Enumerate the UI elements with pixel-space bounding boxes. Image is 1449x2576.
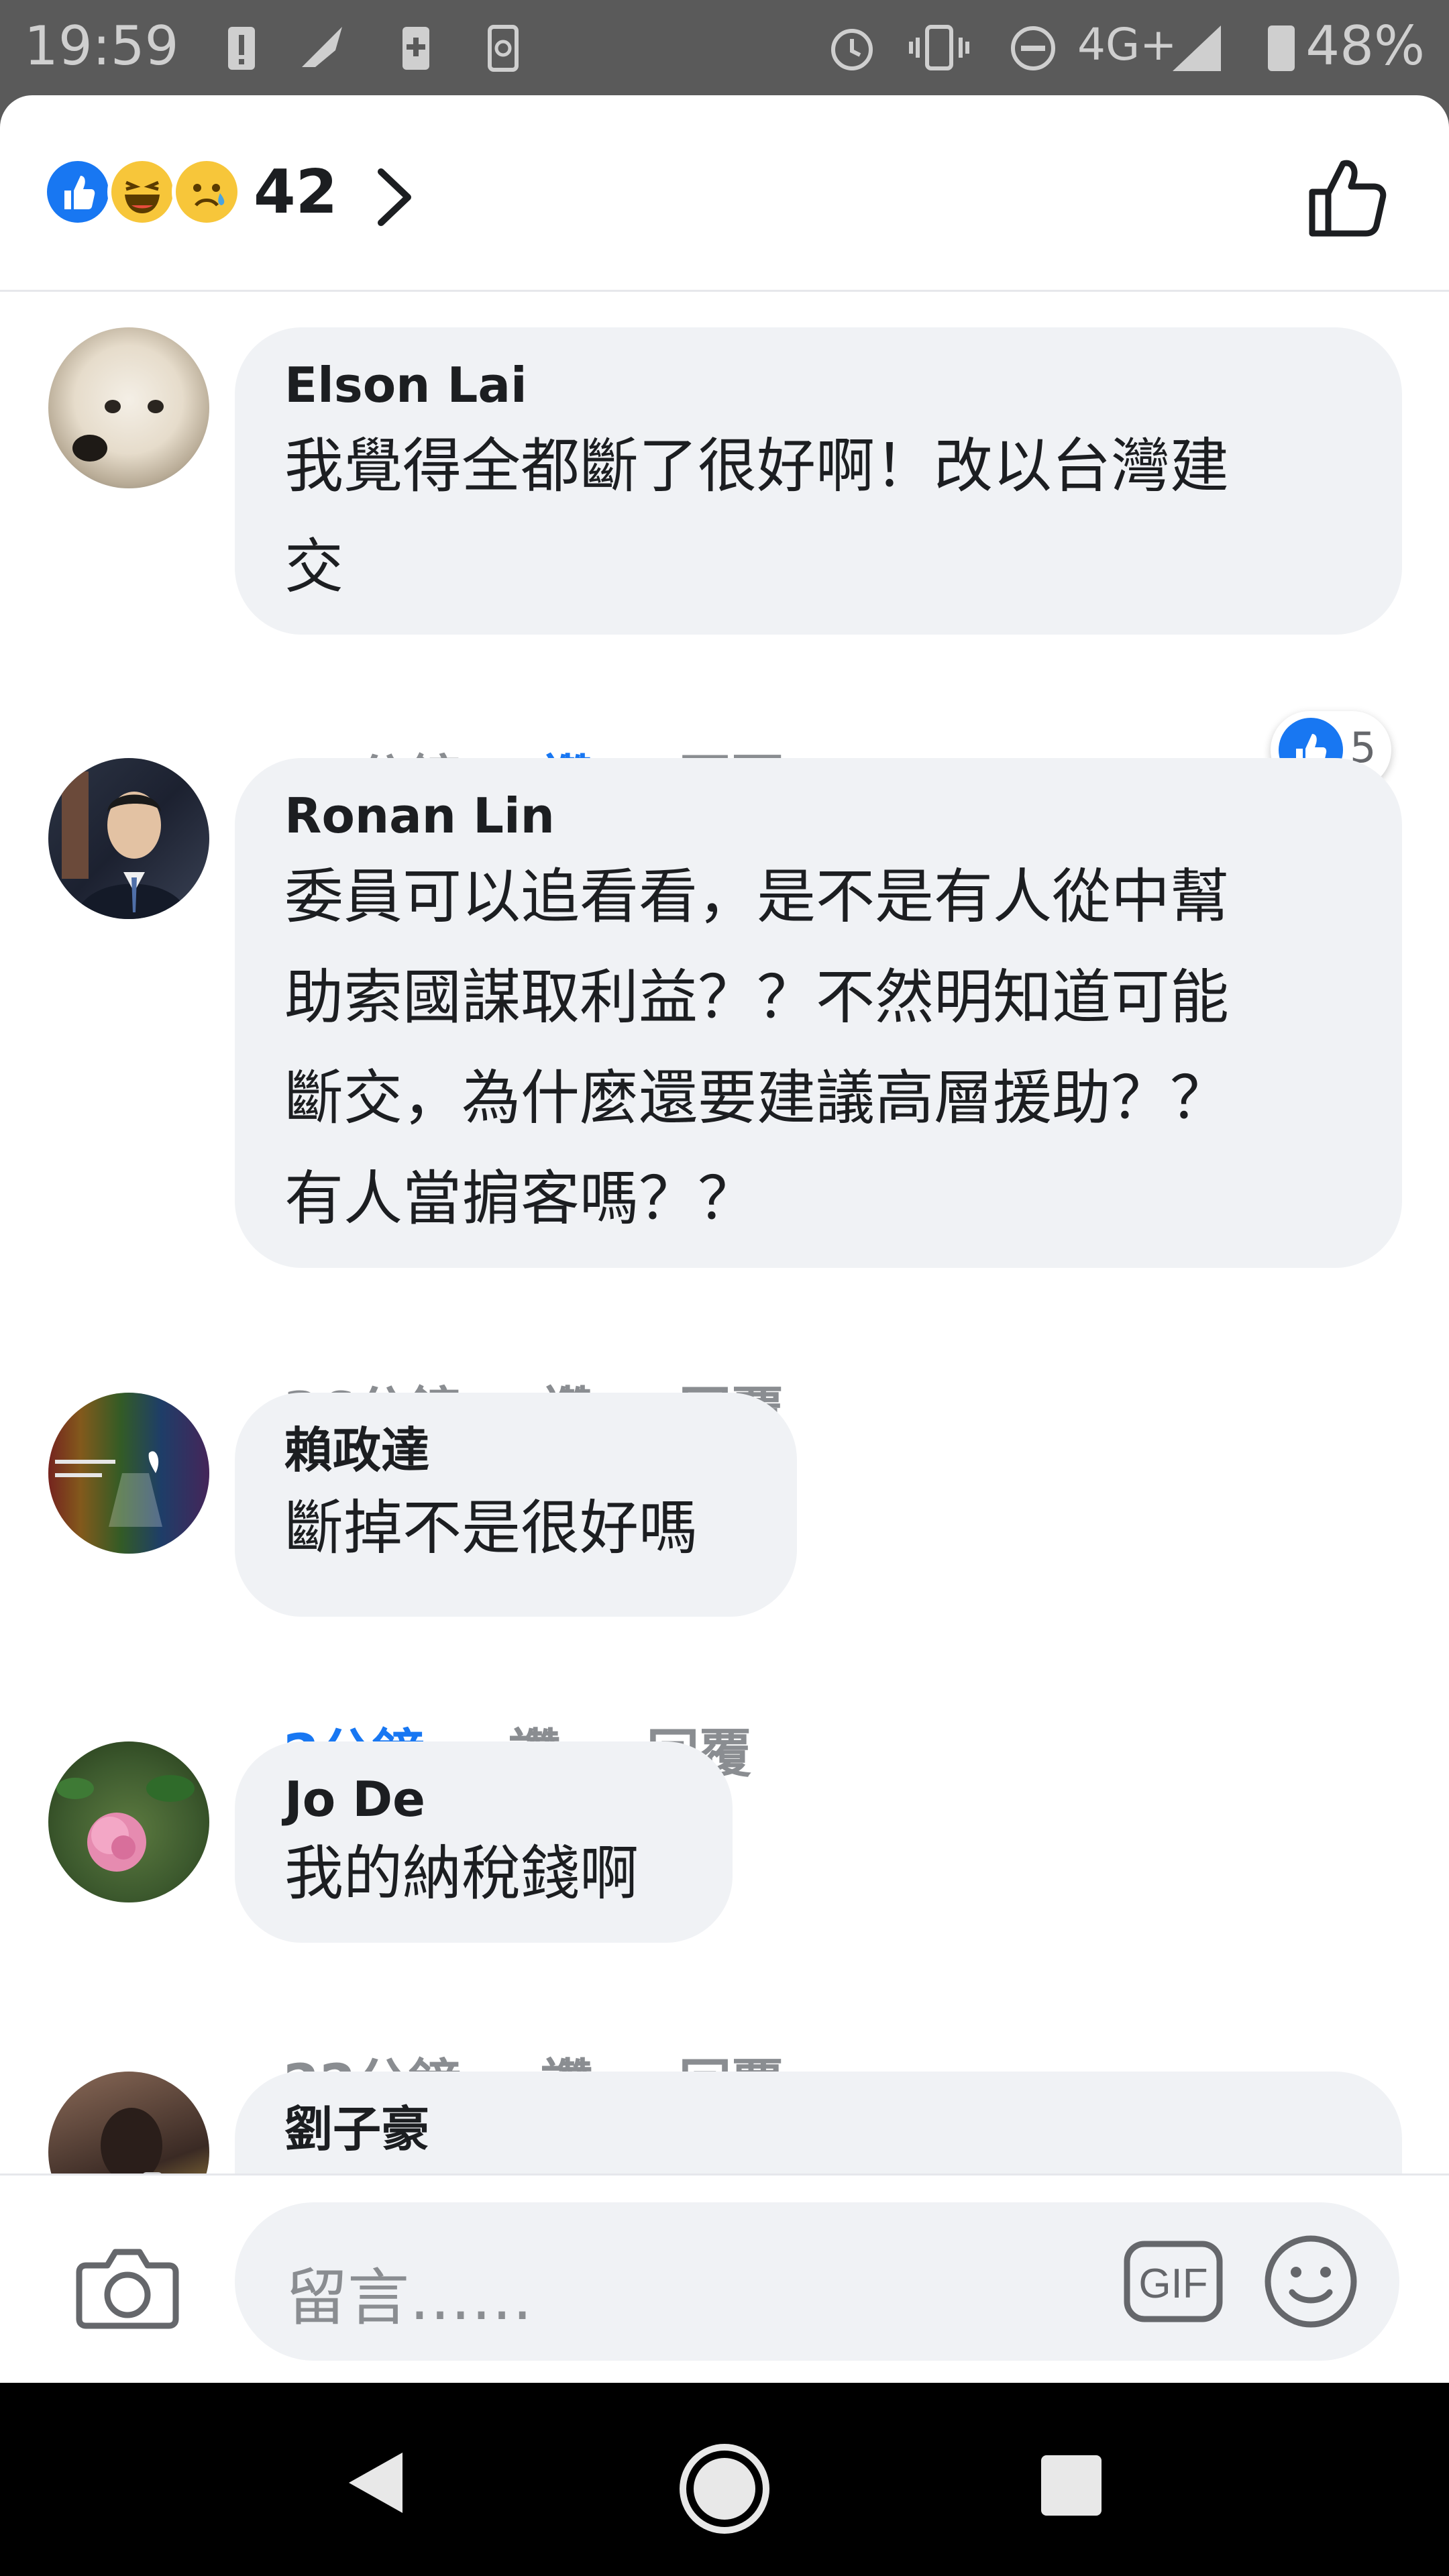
comment-text-line: 委員可以追看看，是不是有人從中幫 <box>284 862 1230 931</box>
rocket-icon <box>302 27 342 67</box>
reaction-count[interactable]: 42 <box>254 157 337 227</box>
comment-author[interactable]: 劉子豪 <box>284 2098 1352 2160</box>
dnd-icon <box>1011 26 1055 70</box>
comment-bubble[interactable]: Jo De 我的納稅錢啊 <box>235 1741 733 1943</box>
gif-icon[interactable]: GIF <box>1123 2240 1224 2323</box>
comment-text-line: 我的納稅錢啊 <box>284 1839 639 1908</box>
comment-text-line: 交 <box>284 532 344 601</box>
signal-icon <box>1173 25 1221 71</box>
comment-text-line: 斷交，為什麼還要建議高層援助？？ <box>284 1063 1230 1132</box>
vibrate-icon <box>909 25 969 70</box>
avatar[interactable] <box>48 327 209 488</box>
camera-icon[interactable] <box>74 2239 181 2332</box>
dog-avatar-image <box>72 400 164 462</box>
battery-percent: 48% <box>1305 15 1425 77</box>
comment-bubble[interactable]: 賴政達 斷掉不是很好嗎 <box>235 1393 797 1617</box>
comment-text-line: 我覺得全都斷了很好啊！改以台灣建 <box>284 431 1230 500</box>
flower-avatar-image <box>56 1775 195 1872</box>
chevron-right-icon[interactable] <box>368 165 421 229</box>
avatar[interactable] <box>48 758 209 919</box>
network-type: 4G+ <box>1077 19 1177 70</box>
equality-avatar-image <box>48 1393 209 1554</box>
back-icon[interactable] <box>342 2446 409 2520</box>
sad-icon <box>172 157 241 227</box>
home-icon[interactable] <box>678 2442 771 2536</box>
status-bar: 19:59 4G+ 48% <box>0 0 1449 94</box>
person-avatar-image <box>62 771 189 919</box>
status-time: 19:59 <box>24 15 179 77</box>
comment-text-line: 斷掉不是很好嗎 <box>284 1493 698 1562</box>
comment-author[interactable]: Jo De <box>284 1768 683 1830</box>
reactions-header: 42 <box>0 95 1449 292</box>
comment-bubble[interactable]: Elson Lai 我覺得全都斷了很好啊！改以台灣建 交 <box>235 327 1402 635</box>
smiley-icon[interactable] <box>1263 2233 1359 2330</box>
recent-apps-icon[interactable] <box>1041 2455 1102 2516</box>
comment-text-line: 有人當掮客嗎？？ <box>284 1164 757 1233</box>
comment-input-placeholder: 留言…… <box>286 2262 533 2334</box>
system-navigation-bar <box>0 2383 1449 2576</box>
comment-text-line: 助索國謀取利益？？不然明知道可能 <box>284 963 1230 1032</box>
battery-saver-icon <box>402 27 429 70</box>
comment-author[interactable]: Ronan Lin <box>284 785 1352 847</box>
comment-author[interactable]: Elson Lai <box>284 354 1352 416</box>
avatar[interactable] <box>48 1393 209 1554</box>
alarm-icon <box>831 29 873 70</box>
comments-sheet: 42 Elson Lai 我覺得全都斷了很好啊！改以台灣建 交 5 18分鐘 讚… <box>0 95 1449 2383</box>
haha-icon <box>107 157 177 227</box>
comment-input[interactable]: 留言…… GIF <box>235 2202 1399 2361</box>
comment-author[interactable]: 賴政達 <box>284 1419 747 1481</box>
sim-icon <box>488 25 519 72</box>
thumbs-up-icon[interactable] <box>1304 153 1391 240</box>
like-icon <box>43 157 113 227</box>
comment-bubble[interactable]: Ronan Lin 委員可以追看看，是不是有人從中幫 助索國謀取利益？？不然明知… <box>235 758 1402 1268</box>
alert-icon <box>228 27 255 70</box>
comment-composer: 留言…… GIF <box>0 2174 1449 2383</box>
gif-label: GIF <box>1138 2261 1208 2307</box>
battery-icon <box>1268 25 1295 71</box>
avatar[interactable] <box>48 1741 209 1902</box>
